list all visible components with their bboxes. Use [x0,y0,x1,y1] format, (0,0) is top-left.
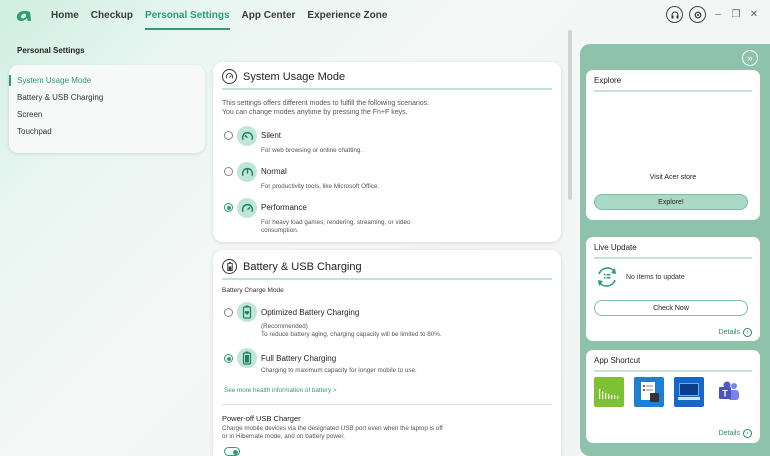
battery-heart-icon [237,302,257,322]
divider [222,278,552,280]
explore-card: Explore Visit Acer store Explore! [586,70,760,220]
app-shortcut-details-link[interactable]: Details › [719,429,752,438]
usb-charger-title: Power-off USB Charger [222,414,301,423]
battery-option-optimized[interactable]: Optimized Battery Charging (Recommended)… [224,302,544,342]
app-shortcut-title: App Shortcut [594,356,641,365]
divider [222,404,552,405]
radio-optimized-charging[interactable] [224,308,233,317]
explore-button[interactable]: Explore! [594,194,748,210]
sidebar-item-system-usage-mode[interactable]: System Usage Mode [17,76,91,85]
nav-personal-settings[interactable]: Personal Settings [145,10,230,30]
divider [222,88,552,90]
card-header: System Usage Mode [222,69,345,84]
battery-section-label: Battery Charge Mode [222,287,284,294]
option-label: Silent [261,131,282,140]
divider [594,370,752,372]
collapse-panel-icon[interactable]: » [742,50,758,66]
top-bar: Home Checkup Personal Settings App Cente… [0,0,770,32]
card-title: Battery & USB Charging [243,260,362,273]
arrow-right-icon: › [743,429,752,438]
visit-store-text: Visit Acer store [649,174,697,181]
details-label: Details [718,430,740,437]
option-sublabel: (Recommended) [261,323,308,330]
divider [594,257,752,259]
radio-full-charging[interactable] [224,354,233,363]
battery-full-icon [237,348,257,368]
option-description: For productivity tools, like Microsoft O… [261,183,380,190]
system-usage-mode-card: System Usage Mode This settings offers d… [213,62,561,242]
option-label: Normal [261,167,287,176]
explore-title: Explore [594,76,622,85]
headset-icon[interactable] [666,6,683,23]
close-icon[interactable]: ✕ [748,9,760,20]
battery-usb-card: Battery & USB Charging Battery Charge Mo… [213,250,561,456]
section-title: Personal Settings [17,46,85,55]
nav-checkup[interactable]: Checkup [91,10,133,30]
live-update-card: Live Update No items to update Check Now… [586,237,760,341]
gear-icon[interactable] [689,6,706,23]
option-label: Performance [261,203,307,212]
sidebar-item-battery-usb[interactable]: Battery & USB Charging [17,93,103,102]
nav-experience-zone[interactable]: Experience Zone [307,10,387,30]
nav-app-center[interactable]: App Center [242,10,296,30]
mode-option-silent[interactable]: Silent For web browsing or online chatti… [224,126,544,156]
card-header: Battery & USB Charging [222,259,362,274]
option-description: Charging to maximum capacity for longer … [261,367,417,374]
restore-icon[interactable]: ❐ [730,9,742,20]
toggle-knob [232,449,238,455]
arrow-right-icon: › [743,328,752,337]
usb-description-1: Charge mobile devices via the designated… [222,425,443,432]
update-status: No items to update [626,274,685,281]
usb-charger-toggle[interactable] [224,447,240,456]
teams-app-icon[interactable]: T [714,377,744,407]
divider [594,90,752,92]
nav-home[interactable]: Home [51,10,79,30]
option-description: To reduce battery aging, charging capaci… [261,331,442,338]
svg-text:T: T [722,389,728,399]
acer-logo-icon [16,10,31,21]
battery-icon [222,259,237,274]
option-label: Optimized Battery Charging [261,308,360,317]
sidebar-item-touchpad[interactable]: Touchpad [17,127,52,136]
radio-performance[interactable] [224,203,233,212]
performance-mode-icon [237,198,257,218]
usage-description-2: You can change modes anytime by pressing… [222,109,408,116]
speedometer-icon [222,69,237,84]
live-update-title: Live Update [594,243,637,252]
mode-option-performance[interactable]: Performance For heavy load games, render… [224,198,544,236]
sidebar-item-screen[interactable]: Screen [17,110,42,119]
main-nav: Home Checkup Personal Settings App Cente… [51,10,399,30]
check-now-button[interactable]: Check Now [594,300,748,316]
live-update-details-link[interactable]: Details › [719,328,752,337]
battery-option-full[interactable]: Full Battery Charging Charging to maximu… [224,348,544,378]
option-description: For web browsing or online chatting. [261,147,363,154]
option-label: Full Battery Charging [261,354,337,363]
silent-mode-icon [237,126,257,146]
notes-app-icon[interactable] [634,377,664,407]
update-list-icon [598,267,616,287]
window-controls: – ❐ ✕ [666,6,760,23]
battery-health-link[interactable]: See more health information of battery > [224,387,337,394]
option-description: For heavy load games, rendering, streami… [261,219,411,226]
audio-app-icon[interactable] [594,377,624,407]
main-scrollbar[interactable] [568,30,572,200]
mode-option-normal[interactable]: Normal For productivity tools, like Micr… [224,162,544,192]
settings-sidebar: System Usage Mode Battery & USB Charging… [9,65,205,153]
store-app-icon[interactable] [674,377,704,407]
app-shortcut-card: App Shortcut T Details › [586,350,760,443]
minimize-icon[interactable]: – [712,9,724,20]
right-panel: » Explore Visit Acer store Explore! Live… [580,44,770,456]
option-description-cont: consumption. [261,227,299,234]
active-indicator [9,75,11,86]
radio-silent[interactable] [224,131,233,140]
usage-description-1: This settings offers different modes to … [222,100,430,107]
card-title: System Usage Mode [243,70,346,83]
usb-description-2: or in Hibernate mode, and on battery pow… [222,433,345,440]
radio-normal[interactable] [224,167,233,176]
details-label: Details [718,329,740,336]
normal-mode-icon [237,162,257,182]
